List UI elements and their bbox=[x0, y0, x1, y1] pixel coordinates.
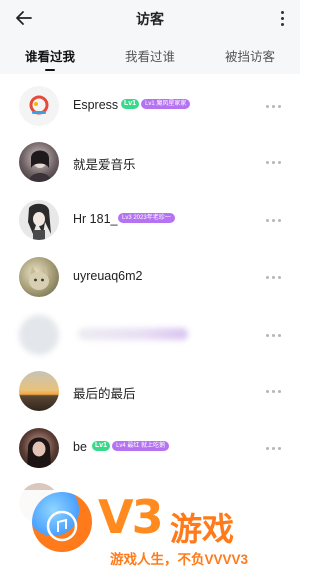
level-badge: Lv3 2023年老珍一 bbox=[118, 213, 175, 223]
avatar[interactable] bbox=[19, 86, 59, 126]
visitor-row[interactable]: 就是爱音乐 bbox=[0, 134, 300, 192]
watermark-brand: V3 bbox=[98, 490, 164, 544]
tab-who-viewed-me[interactable]: 谁看过我 bbox=[0, 36, 100, 74]
vip-badge: Lv1 bbox=[92, 441, 111, 451]
blurred-visitor-name bbox=[78, 328, 188, 340]
visitor-row[interactable]: be Lv1 Lv4 最红 就上吃鹅 bbox=[0, 420, 300, 478]
cat-avatar-icon bbox=[29, 266, 49, 290]
tab-blocked-visitors[interactable]: 被挡访客 bbox=[200, 36, 300, 74]
badge-group: Lv3 2023年老珍一 bbox=[118, 213, 175, 223]
more-dot-icon bbox=[266, 276, 269, 279]
more-dot-icon bbox=[272, 105, 275, 108]
watermark-logo bbox=[32, 492, 92, 552]
badge-group: Lv1 Lv4 最红 就上吃鹅 bbox=[92, 441, 170, 451]
avatar[interactable] bbox=[19, 428, 59, 468]
more-dot-icon bbox=[280, 16, 284, 20]
top-bar: 访客 bbox=[0, 0, 300, 36]
visitor-name: Espress bbox=[73, 98, 119, 112]
visitor-name: 就是爱音乐 bbox=[73, 158, 136, 172]
more-dot-icon bbox=[278, 447, 281, 450]
more-dot-icon bbox=[278, 161, 281, 164]
tab-label: 谁看过我 bbox=[24, 50, 75, 64]
visitor-row[interactable]: Espress Lv1 Lv1 魔风星家家 bbox=[0, 78, 300, 136]
more-dot-icon bbox=[266, 390, 269, 393]
active-tab-indicator bbox=[45, 69, 55, 71]
tab-label: 被挡访客 bbox=[224, 50, 275, 64]
tab-label: 我看过谁 bbox=[124, 50, 175, 64]
visitor-tabs: 谁看过我 我看过谁 被挡访客 bbox=[0, 36, 300, 74]
watermark-slogan: 游戏人生，不负VVVV3 bbox=[110, 552, 249, 567]
more-dot-icon bbox=[266, 105, 269, 108]
visitor-row[interactable]: Hr 181_ Lv3 2023年老珍一 bbox=[0, 192, 300, 250]
page-title: 访客 bbox=[136, 11, 164, 27]
level-badge: Lv1 魔风星家家 bbox=[141, 99, 191, 109]
anime-avatar-icon bbox=[19, 200, 59, 240]
row-more-button[interactable] bbox=[266, 219, 281, 222]
watermark-overlay: V3 游戏 游戏人生，不负VVVV3 bbox=[0, 490, 300, 582]
more-dot-icon bbox=[266, 161, 269, 164]
row-more-button[interactable] bbox=[266, 390, 281, 393]
more-dot-icon bbox=[278, 105, 281, 108]
more-dot-icon bbox=[278, 276, 281, 279]
more-dot-icon bbox=[278, 219, 281, 222]
more-dot-icon bbox=[272, 334, 275, 337]
vip-badge: Lv1 bbox=[121, 99, 140, 109]
watermark-word: 游戏 bbox=[170, 511, 235, 547]
more-dot-icon bbox=[278, 390, 281, 393]
more-dot-icon bbox=[272, 161, 275, 164]
row-more-button[interactable] bbox=[266, 447, 281, 450]
row-more-button[interactable] bbox=[266, 276, 281, 279]
avatar[interactable] bbox=[19, 142, 59, 182]
more-options-button[interactable] bbox=[274, 6, 290, 30]
more-dot-icon bbox=[272, 447, 275, 450]
visitor-name: be bbox=[73, 440, 87, 454]
row-more-button[interactable] bbox=[266, 105, 281, 108]
logo-avatar-icon bbox=[19, 86, 59, 126]
level-badge: Lv4 最红 就上吃鹅 bbox=[112, 441, 170, 451]
more-dot-icon bbox=[280, 10, 284, 14]
visitor-name: uyreuaq6m2 bbox=[73, 269, 143, 283]
more-dot-icon bbox=[272, 276, 275, 279]
visitor-row[interactable] bbox=[0, 307, 300, 365]
visitor-row[interactable]: uyreuaq6m2 bbox=[0, 249, 300, 307]
avatar[interactable] bbox=[19, 257, 59, 297]
row-more-button[interactable] bbox=[266, 161, 281, 164]
more-dot-icon bbox=[266, 219, 269, 222]
row-more-button[interactable] bbox=[266, 334, 281, 337]
tab-who-i-viewed[interactable]: 我看过谁 bbox=[100, 36, 200, 74]
more-dot-icon bbox=[266, 447, 269, 450]
music-disc-icon bbox=[46, 510, 78, 542]
avatar[interactable] bbox=[19, 371, 59, 411]
more-dot-icon bbox=[272, 390, 275, 393]
dark-girl-avatar-icon bbox=[27, 437, 51, 468]
visitor-row[interactable]: 最后的最后 bbox=[0, 363, 300, 421]
visitor-name: 最后的最后 bbox=[73, 387, 136, 401]
badge-group: Lv1 Lv1 魔风星家家 bbox=[121, 99, 191, 109]
more-dot-icon bbox=[272, 219, 275, 222]
more-dot-icon bbox=[278, 334, 281, 337]
more-dot-icon bbox=[266, 334, 269, 337]
more-dot-icon bbox=[280, 22, 284, 26]
avatar[interactable] bbox=[19, 200, 59, 240]
girl-avatar-icon bbox=[29, 150, 51, 182]
visitor-name: Hr 181_ bbox=[73, 212, 118, 226]
blurred-avatar[interactable] bbox=[19, 315, 59, 355]
